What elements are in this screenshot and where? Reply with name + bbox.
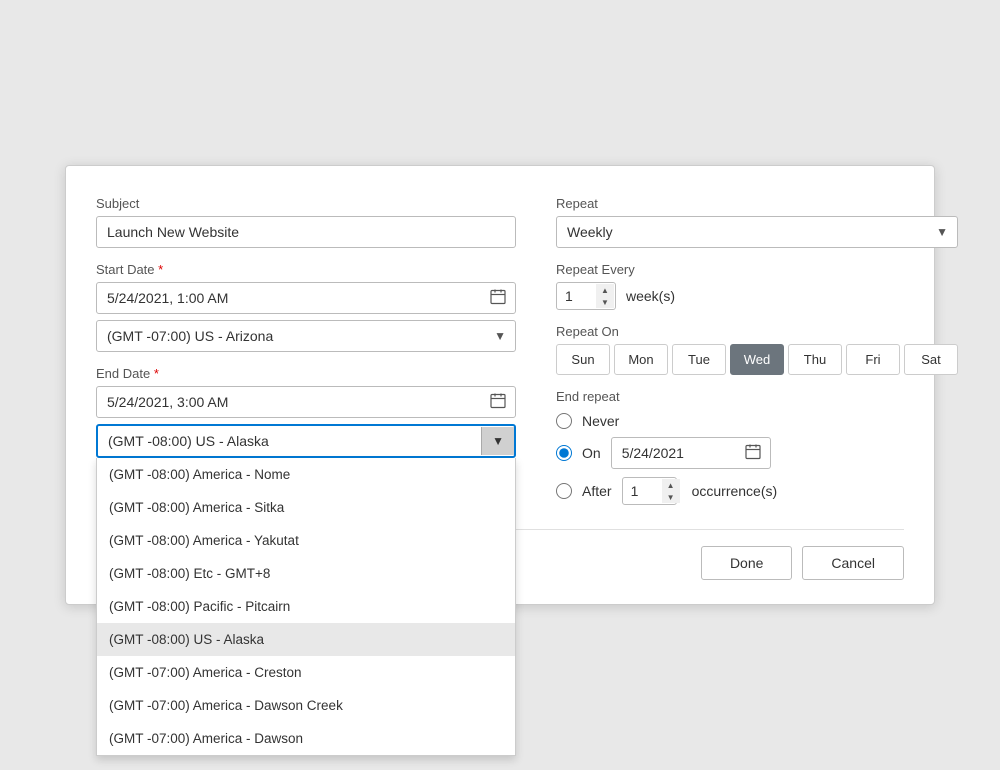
day-fri[interactable]: Fri — [846, 344, 900, 375]
repeat-field-group: Repeat Weekly Daily Monthly Yearly ▼ — [556, 196, 958, 248]
right-panel: Repeat Weekly Daily Monthly Yearly ▼ Rep… — [556, 196, 958, 505]
end-repeat-never-label: Never — [582, 413, 619, 429]
repeat-on-label: Repeat On — [556, 324, 958, 339]
occurrence-up-btn[interactable]: ▲ — [662, 479, 680, 491]
tz-option-alaska[interactable]: (GMT -08:00) US - Alaska — [97, 623, 515, 656]
start-tz-select[interactable]: (GMT -07:00) US - Arizona — [96, 320, 516, 352]
repeat-every-row: ▲ ▼ week(s) — [556, 282, 958, 310]
start-date-wrapper — [96, 282, 516, 314]
occurrence-spinner-wrapper: ▲ ▼ — [622, 477, 682, 505]
end-repeat-on-radio[interactable] — [556, 445, 572, 461]
repeat-select[interactable]: Weekly Daily Monthly Yearly — [556, 216, 958, 248]
day-sat[interactable]: Sat — [904, 344, 958, 375]
end-repeat-after-label: After — [582, 483, 612, 499]
end-on-date-input-wrapper — [611, 437, 771, 469]
end-date-wrapper — [96, 386, 516, 418]
subject-label: Subject — [96, 196, 516, 211]
start-date-label: Start Date * — [96, 262, 516, 277]
end-date-input[interactable] — [96, 386, 516, 418]
end-repeat-never-row: Never — [556, 413, 958, 429]
done-button[interactable]: Done — [701, 546, 792, 580]
repeat-every-down-btn[interactable]: ▼ — [596, 296, 614, 308]
occurrence-spinner-btns: ▲ ▼ — [662, 479, 680, 503]
day-wed[interactable]: Wed — [730, 344, 784, 375]
occurrence-unit-label: occurrence(s) — [692, 483, 778, 499]
end-date-label: End Date * — [96, 366, 516, 381]
repeat-on-field-group: Repeat On Sun Mon Tue Wed Thu Fri Sat — [556, 324, 958, 375]
end-repeat-field-group: End repeat Never On — [556, 389, 958, 505]
repeat-every-spinner-btns: ▲ ▼ — [596, 284, 614, 308]
end-repeat-on-date-wrapper — [611, 437, 771, 469]
tz-option-sitka[interactable]: (GMT -08:00) America - Sitka — [97, 491, 515, 524]
tz-option-pitcairn[interactable]: (GMT -08:00) Pacific - Pitcairn — [97, 590, 515, 623]
subject-field-group: Subject — [96, 196, 516, 248]
occurrence-down-btn[interactable]: ▼ — [662, 491, 680, 503]
end-tz-dropdown-btn[interactable]: ▼ — [481, 427, 514, 455]
tz-option-creston[interactable]: (GMT -07:00) America - Creston — [97, 656, 515, 689]
days-row: Sun Mon Tue Wed Thu Fri Sat — [556, 344, 958, 375]
repeat-label: Repeat — [556, 196, 958, 211]
end-repeat-after-row: After ▲ ▼ occurrence(s) — [556, 477, 958, 505]
start-tz-wrapper: (GMT -07:00) US - Arizona ▼ — [96, 320, 516, 352]
repeat-every-spinner-wrapper: ▲ ▼ — [556, 282, 616, 310]
tz-option-dawson[interactable]: (GMT -07:00) America - Dawson — [97, 722, 515, 755]
end-tz-dropdown-wrapper: (GMT -08:00) US - Alaska ▼ (GMT -08:00) … — [96, 424, 516, 458]
cancel-button[interactable]: Cancel — [802, 546, 904, 580]
repeat-every-unit: week(s) — [626, 288, 675, 304]
day-sun[interactable]: Sun — [556, 344, 610, 375]
tz-option-gmt8[interactable]: (GMT -08:00) Etc - GMT+8 — [97, 557, 515, 590]
day-mon[interactable]: Mon — [614, 344, 668, 375]
end-tz-trigger[interactable]: (GMT -08:00) US - Alaska ▼ — [96, 424, 516, 458]
end-date-required: * — [154, 366, 159, 381]
end-repeat-on-row: On — [556, 437, 958, 469]
repeat-every-label: Repeat Every — [556, 262, 958, 277]
event-dialog: Subject Start Date * — [65, 165, 935, 605]
tz-option-yakutat[interactable]: (GMT -08:00) America - Yakutat — [97, 524, 515, 557]
end-repeat-after-radio[interactable] — [556, 483, 572, 499]
subject-input[interactable] — [96, 216, 516, 248]
dialog-body: Subject Start Date * — [96, 196, 904, 505]
day-thu[interactable]: Thu — [788, 344, 842, 375]
end-repeat-label: End repeat — [556, 389, 958, 404]
repeat-select-wrapper: Weekly Daily Monthly Yearly ▼ — [556, 216, 958, 248]
end-repeat-never-radio[interactable] — [556, 413, 572, 429]
day-tue[interactable]: Tue — [672, 344, 726, 375]
tz-option-nome[interactable]: (GMT -08:00) America - Nome — [97, 458, 515, 491]
tz-option-dawson-creek[interactable]: (GMT -07:00) America - Dawson Creek — [97, 689, 515, 722]
repeat-every-field-group: Repeat Every ▲ ▼ week(s) — [556, 262, 958, 310]
end-date-field-group: End Date * — [96, 366, 516, 458]
left-panel: Subject Start Date * — [96, 196, 516, 505]
end-repeat-on-label: On — [582, 445, 601, 461]
start-date-field-group: Start Date * — [96, 262, 516, 352]
start-date-required: * — [158, 262, 163, 277]
end-tz-trigger-text: (GMT -08:00) US - Alaska — [98, 426, 481, 456]
start-date-input[interactable] — [96, 282, 516, 314]
repeat-every-up-btn[interactable]: ▲ — [596, 284, 614, 296]
end-tz-dropdown-list: (GMT -08:00) America - Nome (GMT -08:00)… — [96, 458, 516, 756]
end-on-date-input[interactable] — [611, 437, 771, 469]
